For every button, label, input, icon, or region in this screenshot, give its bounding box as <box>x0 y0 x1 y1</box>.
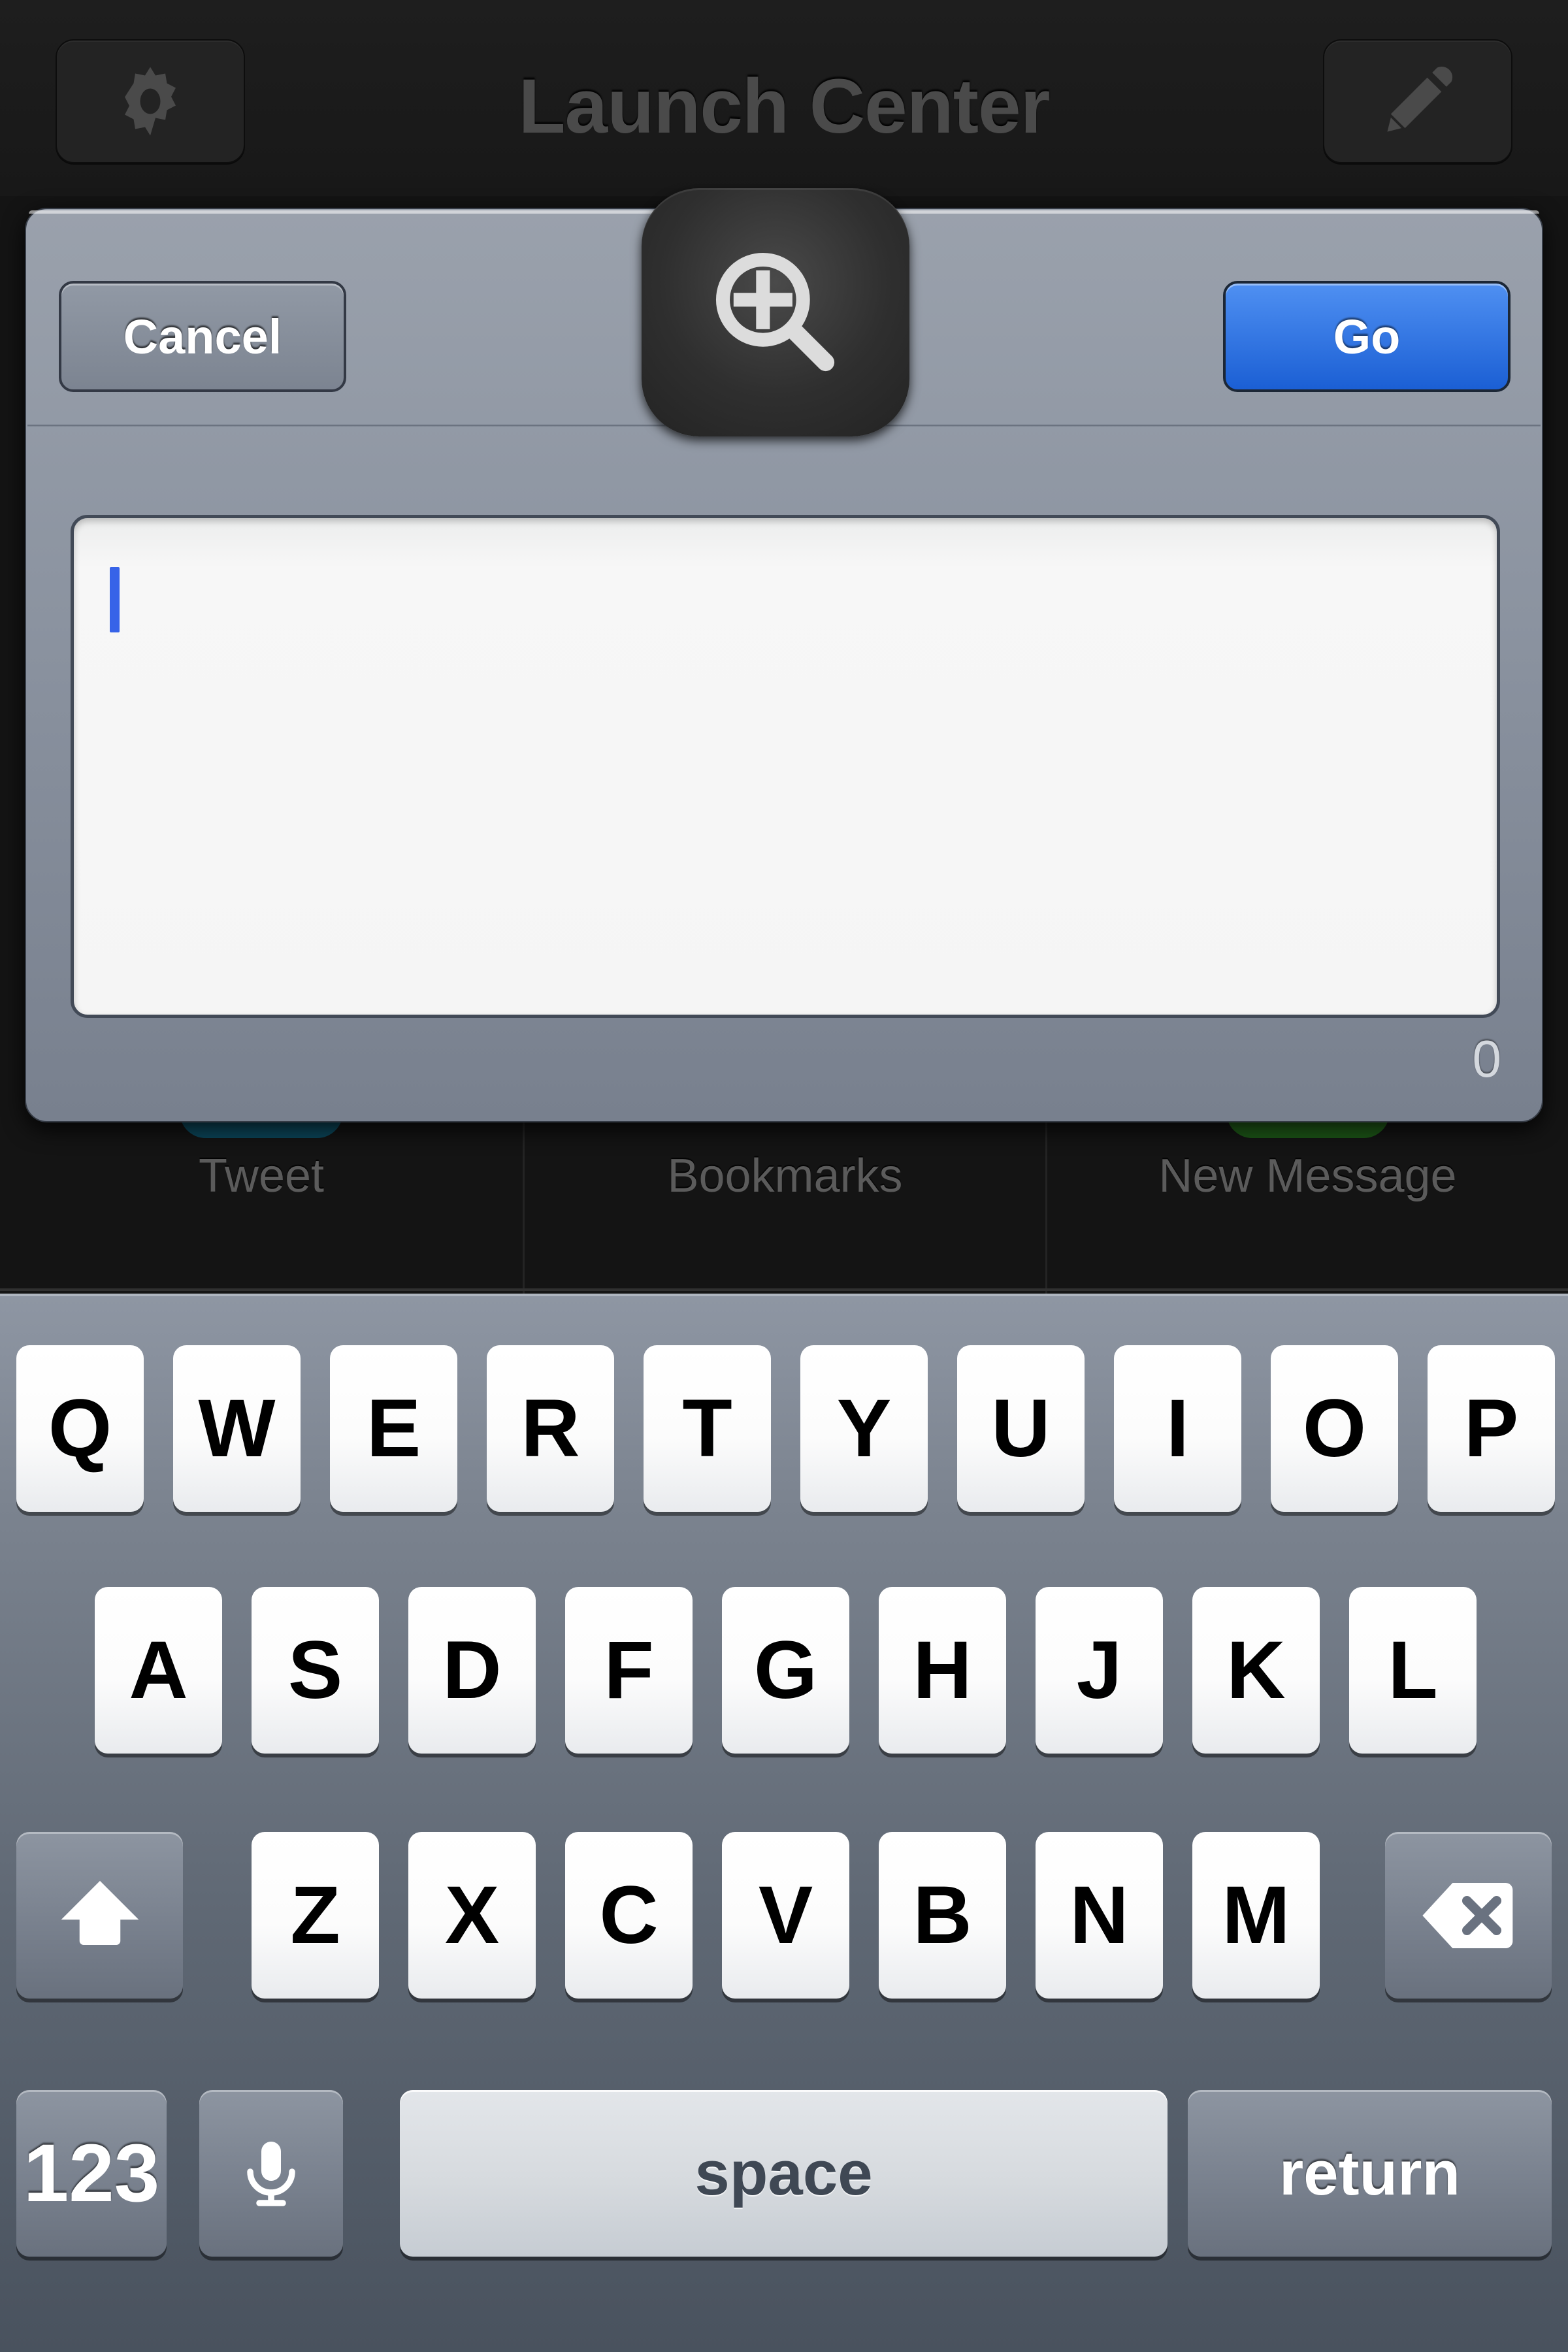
key-o[interactable]: O <box>1271 1345 1398 1512</box>
grid-cell-label: Bookmarks <box>667 1150 903 1202</box>
go-button[interactable]: Go <box>1223 281 1511 392</box>
key-l[interactable]: L <box>1349 1587 1477 1754</box>
navigation-bar: Launch Center <box>0 0 1568 196</box>
key-e[interactable]: E <box>330 1345 457 1512</box>
key-j[interactable]: J <box>1036 1587 1163 1754</box>
key-c[interactable]: C <box>565 1832 693 1999</box>
key-a[interactable]: A <box>95 1587 222 1754</box>
key-v[interactable]: V <box>722 1832 849 1999</box>
key-x[interactable]: X <box>408 1832 536 1999</box>
grid-cell-label: New Message <box>1158 1150 1457 1202</box>
character-count: 0 <box>1472 1030 1502 1088</box>
key-m[interactable]: M <box>1192 1832 1320 1999</box>
key-q[interactable]: Q <box>16 1345 144 1512</box>
backspace-icon <box>1416 1863 1521 1968</box>
text-caret <box>110 567 120 632</box>
key-g[interactable]: G <box>722 1587 849 1754</box>
key-d[interactable]: D <box>408 1587 536 1754</box>
edit-button[interactable] <box>1323 39 1512 163</box>
key-h[interactable]: H <box>879 1587 1006 1754</box>
keyboard-row-1: QWERTYUIOP <box>0 1345 1568 1528</box>
magnifier-plus-icon <box>700 237 851 387</box>
return-key[interactable]: return <box>1188 2090 1552 2257</box>
grid-bottom-divider <box>0 1288 1568 1291</box>
keyboard-row-4: 123 space return <box>0 2090 1568 2273</box>
pencil-icon <box>1375 59 1460 144</box>
dialog-app-icon <box>642 188 909 436</box>
key-b[interactable]: B <box>879 1832 1006 1999</box>
key-u[interactable]: U <box>957 1345 1085 1512</box>
key-y[interactable]: Y <box>800 1345 928 1512</box>
key-p[interactable]: P <box>1428 1345 1555 1512</box>
key-s[interactable]: S <box>252 1587 379 1754</box>
grid-cell-bookmarks[interactable]: Bookmarks <box>523 1111 1045 1294</box>
shift-key[interactable] <box>16 1832 183 1999</box>
shift-arrow-icon <box>51 1867 149 1965</box>
key-w[interactable]: W <box>173 1345 301 1512</box>
on-screen-keyboard: QWERTYUIOP ASDFGHJKL ZXCVBNM 123 space r… <box>0 1294 1568 2352</box>
keyboard-row-2: ASDFGHJKL <box>0 1587 1568 1770</box>
key-n[interactable]: N <box>1036 1832 1163 1999</box>
space-key[interactable]: space <box>400 2090 1168 2257</box>
delete-key[interactable] <box>1385 1832 1552 1999</box>
grid-cell-new-message[interactable]: New Message <box>1045 1111 1568 1294</box>
key-r[interactable]: R <box>487 1345 614 1512</box>
grid-cell-tweet[interactable]: Tweet <box>0 1111 523 1294</box>
numeric-key[interactable]: 123 <box>16 2090 167 2257</box>
key-z[interactable]: Z <box>252 1832 379 1999</box>
microphone-icon <box>232 2134 310 2213</box>
cancel-button[interactable]: Cancel <box>59 281 346 392</box>
key-t[interactable]: T <box>644 1345 771 1512</box>
key-f[interactable]: F <box>565 1587 693 1754</box>
key-i[interactable]: I <box>1114 1345 1241 1512</box>
key-k[interactable]: K <box>1192 1587 1320 1754</box>
grid-cell-label: Tweet <box>198 1150 325 1202</box>
dictation-key[interactable] <box>199 2090 343 2257</box>
keyboard-row-3: ZXCVBNM <box>0 1832 1568 2015</box>
text-input-field[interactable] <box>71 515 1500 1018</box>
